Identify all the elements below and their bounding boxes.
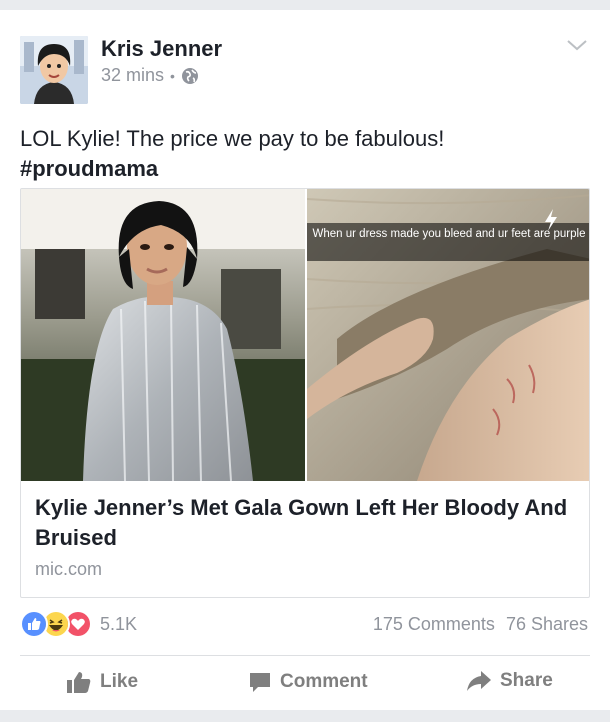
link-preview-card[interactable]: When ur dress made you bleed and ur feet… (20, 188, 590, 598)
shares-count[interactable]: 76 Shares (506, 614, 588, 634)
met-gala-photo (21, 189, 305, 481)
action-bar: Like Comment Share (0, 660, 610, 708)
post-card: Kris Jenner 32 mins • LOL Kylie! The pri… (0, 10, 610, 710)
author-name[interactable]: Kris Jenner (101, 36, 222, 62)
like-label: Like (100, 671, 139, 692)
link-domain: mic.com (35, 559, 102, 579)
bruised-leg-photo: When ur dress made you bleed and ur feet… (307, 189, 589, 481)
comments-count[interactable]: 175 Comments (373, 614, 495, 634)
like-icon (20, 610, 48, 638)
feed-gap (0, 710, 610, 722)
share-label: Share (500, 670, 553, 691)
like-button[interactable]: Like (66, 670, 138, 694)
comment-label: Comment (280, 671, 368, 692)
divider (20, 655, 590, 656)
share-arrow-icon (467, 671, 491, 691)
comment-button[interactable]: Comment (248, 670, 368, 694)
meta-separator: • (170, 67, 175, 84)
chevron-down-icon[interactable] (566, 38, 588, 52)
globe-icon (181, 67, 198, 84)
thumbs-up-icon (67, 672, 91, 693)
share-button[interactable]: Share (466, 670, 553, 692)
author-avatar[interactable] (20, 36, 88, 104)
hashtag-link[interactable]: #proudmama (20, 154, 590, 184)
post-text: LOL Kylie! The price we pay to be fabulo… (20, 124, 590, 184)
engagement-counts: 175 Comments 76 Shares (373, 614, 588, 635)
post-time[interactable]: 32 mins (101, 65, 164, 86)
post-meta: 32 mins • (101, 65, 199, 86)
lightning-icon (545, 209, 557, 231)
link-title[interactable]: Kylie Jenner’s Met Gala Gown Left Her Bl… (35, 493, 575, 553)
reaction-count: 5.1K (100, 613, 138, 634)
reaction-summary[interactable]: 5.1K (20, 610, 137, 638)
post-message: LOL Kylie! The price we pay to be fabulo… (20, 126, 445, 151)
comment-icon (250, 673, 270, 692)
